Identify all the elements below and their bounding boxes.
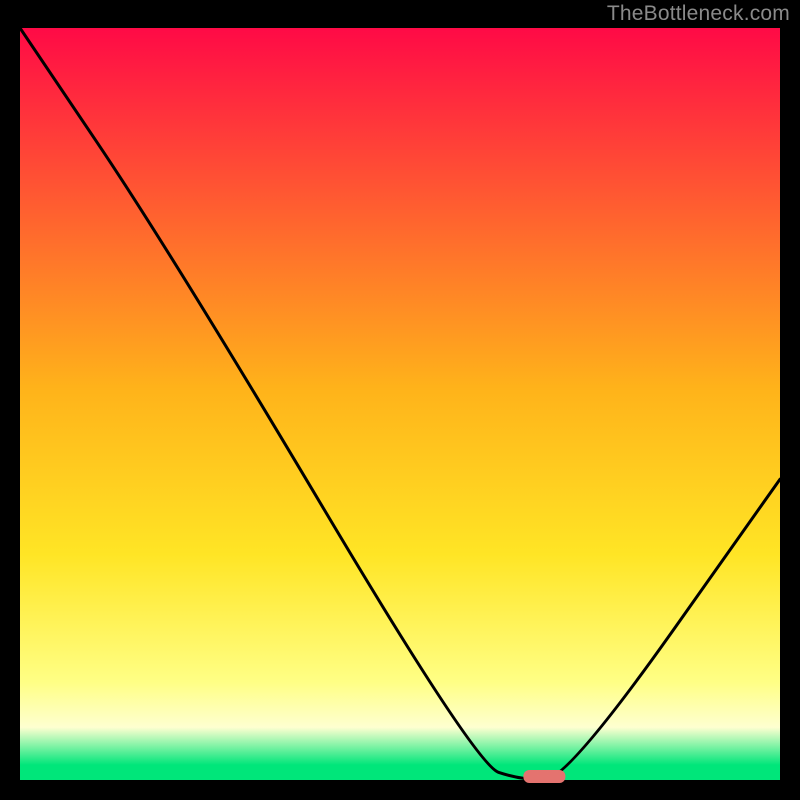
chart-frame: TheBottleneck.com	[0, 0, 800, 800]
watermark-text: TheBottleneck.com	[607, 2, 790, 26]
bottleneck-chart	[0, 0, 800, 800]
optimal-marker	[523, 770, 565, 783]
plot-area-gradient	[20, 28, 780, 780]
